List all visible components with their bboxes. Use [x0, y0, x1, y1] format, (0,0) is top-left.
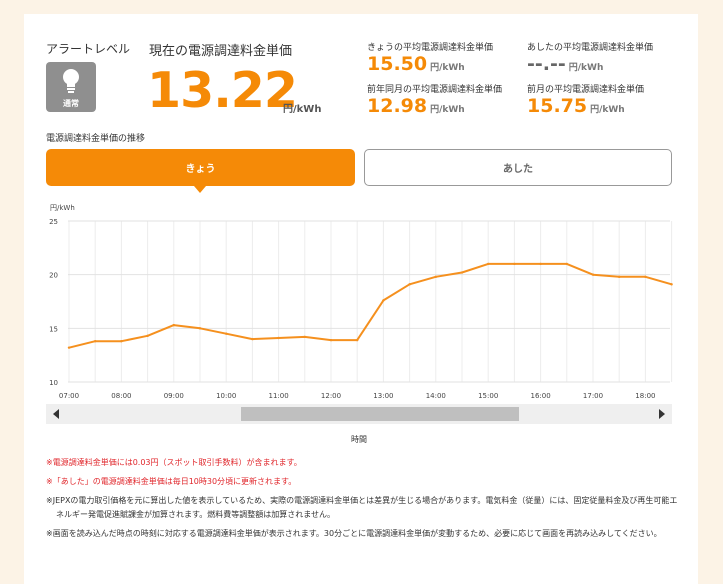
scroll-left-arrow-icon[interactable]	[53, 409, 59, 419]
y-tick-label: 10	[49, 379, 58, 387]
price-point[interactable]	[591, 273, 595, 276]
note-item: ※「あした」の電源調達料金単価は毎日10時30分頃に更新されます。	[46, 477, 297, 486]
price-point[interactable]	[94, 340, 97, 343]
price-point[interactable]	[460, 271, 464, 274]
y-tick-label: 25	[49, 218, 58, 226]
x-tick-label: 08:00	[111, 392, 131, 400]
x-tick-label: 14:00	[426, 392, 446, 400]
price-point[interactable]	[329, 338, 333, 342]
price-point[interactable]	[670, 283, 673, 286]
price-point[interactable]	[198, 327, 202, 330]
chart-scrollbar[interactable]	[46, 404, 672, 424]
price-point[interactable]	[513, 262, 516, 266]
price-point[interactable]	[618, 275, 621, 279]
price-point[interactable]	[120, 340, 123, 343]
price-card: アラートレベル 通常 現在の電源調達料金単価 13.22 円/kWh きょうの平…	[24, 14, 698, 584]
y-tick-label: 20	[49, 272, 58, 280]
x-tick-label: 15:00	[478, 392, 498, 400]
scroll-right-arrow-icon[interactable]	[659, 409, 665, 419]
notes: ※電源調達料金単価には0.03円（スポット取引手数料）が含まれます。 ※「あした」…	[46, 456, 678, 546]
note-item: ※電源調達料金単価には0.03円（スポット取引手数料）が含まれます。	[46, 458, 302, 467]
x-tick-label: 17:00	[583, 392, 603, 400]
price-point[interactable]	[277, 336, 280, 340]
price-point[interactable]	[382, 299, 385, 302]
x-tick-label: 13:00	[373, 392, 393, 400]
price-point[interactable]	[487, 262, 490, 266]
x-axis-title: 時間	[351, 435, 367, 444]
scrollbar-thumb[interactable]	[240, 407, 519, 421]
x-tick-label: 07:00	[59, 392, 79, 400]
x-tick-label: 10:00	[216, 392, 236, 400]
price-point[interactable]	[434, 275, 437, 279]
x-tick-label: 18:00	[635, 392, 655, 400]
y-axis-unit: 円/kWh	[50, 204, 75, 212]
y-tick-label: 15	[49, 325, 58, 333]
price-point[interactable]	[539, 262, 542, 266]
x-tick-label: 11:00	[269, 392, 289, 400]
x-tick-label: 16:00	[531, 392, 551, 400]
note-item: ※画面を読み込んだ時点の時刻に対応する電源調達料金単価が表示されます。30分ごと…	[46, 529, 662, 538]
x-tick-label: 09:00	[164, 392, 184, 400]
price-point[interactable]	[225, 332, 228, 335]
price-point[interactable]	[356, 338, 359, 342]
price-point[interactable]	[172, 323, 175, 327]
price-point[interactable]	[303, 335, 306, 339]
price-point[interactable]	[67, 346, 71, 349]
price-point[interactable]	[251, 337, 254, 341]
price-point[interactable]	[565, 262, 568, 266]
price-trend-chart: 円/kWh 10 15 20 25 07:00 08:00 09:00 10:00 11:00 12…	[49, 204, 673, 400]
x-tick-label: 12:00	[321, 392, 341, 400]
price-line	[68, 262, 672, 349]
price-point[interactable]	[146, 334, 149, 338]
note-item: ※JEPXの電力取引価格を元に算出した値を表示しているため、実際の電源調達料金単…	[46, 496, 678, 519]
price-point[interactable]	[644, 275, 647, 279]
price-point[interactable]	[408, 283, 411, 286]
